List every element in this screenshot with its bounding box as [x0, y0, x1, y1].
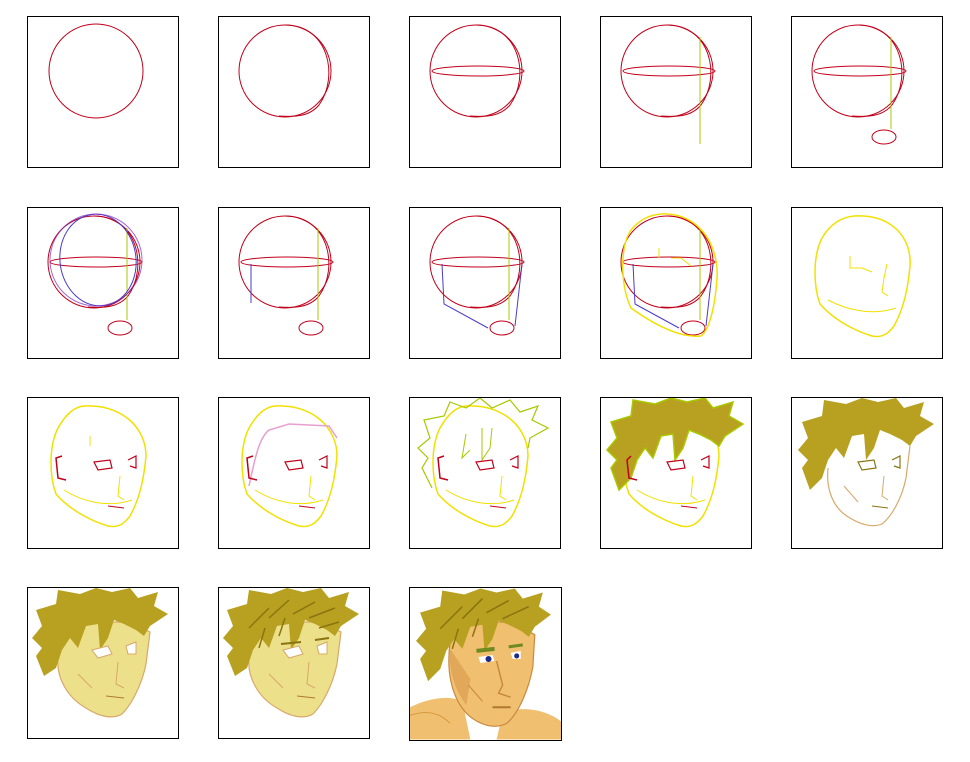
step-17-drawing — [223, 588, 359, 718]
step-18-panel — [409, 587, 562, 741]
step-14-drawing — [605, 398, 745, 528]
step-5-drawing — [811, 24, 907, 145]
step-2-drawing — [238, 24, 332, 118]
step-3-panel — [409, 16, 561, 168]
step-11-drawing — [50, 405, 147, 528]
step-16-drawing — [32, 588, 168, 718]
step-13-panel — [409, 397, 561, 549]
step-18-drawing — [410, 588, 561, 740]
step-11-panel — [27, 397, 179, 549]
step-2-panel — [218, 16, 370, 168]
step-15-drawing — [798, 398, 934, 527]
step-4-panel — [600, 16, 752, 168]
step-12-drawing — [241, 405, 338, 528]
step-13-drawing — [417, 398, 550, 528]
step-3-drawing — [429, 24, 525, 118]
step-9-panel — [600, 207, 752, 359]
step-12-panel — [218, 397, 370, 549]
step-1-panel — [27, 16, 179, 168]
step-9-drawing — [620, 213, 718, 337]
step-7-panel — [218, 207, 370, 359]
tutorial-grid — [0, 0, 970, 762]
step-1-drawing — [48, 23, 144, 119]
step-4-drawing — [620, 24, 716, 144]
step-10-panel — [791, 207, 943, 359]
step-6-drawing — [47, 213, 143, 336]
step-17-panel — [218, 587, 370, 739]
step-6-panel — [27, 207, 179, 359]
step-14-panel — [600, 397, 752, 549]
step-15-panel — [791, 397, 943, 549]
step-7-drawing — [238, 215, 334, 336]
step-8-panel — [409, 207, 561, 359]
step-8-drawing — [429, 215, 525, 336]
step-16-panel — [27, 587, 179, 739]
step-10-drawing — [814, 215, 911, 338]
step-5-panel — [791, 16, 943, 168]
